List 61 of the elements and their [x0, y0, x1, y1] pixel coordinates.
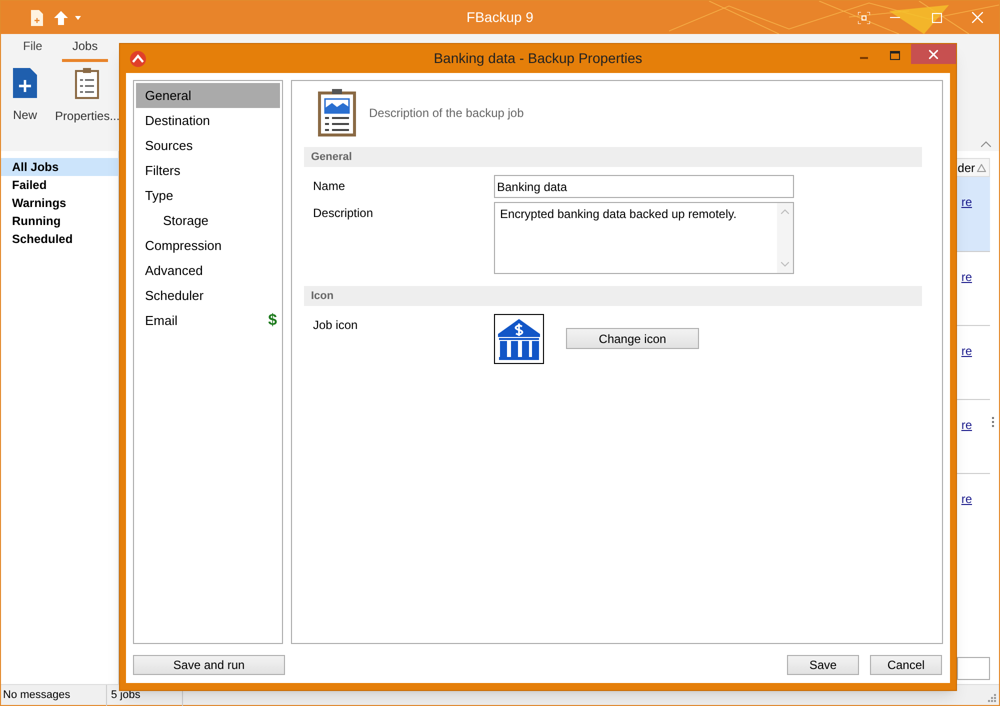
field-label: Name	[312, 178, 346, 195]
nav-item[interactable]: General	[136, 83, 280, 108]
resize-grip-icon[interactable]	[987, 693, 996, 702]
field-label: Description	[312, 205, 374, 222]
nav-item[interactable]: Destination	[136, 108, 280, 133]
nav-item[interactable]: Storage	[136, 208, 280, 233]
dialog-button[interactable]: Cancel	[870, 655, 942, 675]
nav-item-label: Email	[145, 312, 179, 330]
clipboard-icon	[75, 68, 100, 99]
nav-item[interactable]: Scheduler	[136, 283, 280, 308]
document-icon[interactable]	[31, 10, 43, 26]
description-textarea[interactable]: Encrypted banking data backed up remotely.	[494, 202, 794, 274]
focus-icon[interactable]	[858, 12, 870, 24]
sort-triangle-icon	[977, 164, 986, 172]
clipboard-chart-icon	[318, 89, 356, 137]
job-filter-item[interactable]: Running	[1, 212, 118, 230]
nav-item[interactable]: Compression	[136, 233, 280, 258]
maximize-icon[interactable]	[890, 51, 900, 60]
ribbon-tab[interactable]: Jobs	[62, 37, 108, 62]
column-header-label: der	[958, 160, 975, 176]
collapse-caret-icon[interactable]	[981, 141, 991, 147]
job-link[interactable]: re	[961, 342, 972, 358]
nav-item[interactable]: Advanced	[136, 258, 280, 283]
job-link[interactable]: re	[961, 193, 972, 209]
field-label: Job icon	[312, 317, 359, 334]
close-button[interactable]	[911, 44, 956, 64]
status-text: No messages	[1, 684, 107, 706]
app-logo-icon	[130, 50, 146, 66]
close-icon[interactable]	[972, 12, 983, 23]
scroll-up-icon[interactable]	[781, 209, 789, 214]
panel-description: Description of the backup job	[369, 105, 524, 122]
text-field[interactable]	[957, 657, 990, 680]
nav-item[interactable]: Filters	[136, 158, 280, 183]
ribbon-tab[interactable]: File	[13, 37, 52, 62]
dialog-title: Banking data - Backup Properties	[434, 49, 642, 68]
job-filter-item[interactable]: Scheduled	[1, 230, 118, 248]
job-filter-item[interactable]: All Jobs	[1, 158, 118, 176]
bank-icon	[494, 314, 544, 364]
up-arrow-icon[interactable]	[53, 10, 69, 26]
name-input[interactable]: Banking data	[494, 175, 794, 198]
job-filter-item[interactable]: Warnings	[1, 194, 118, 212]
change-icon-button[interactable]: Change icon	[566, 328, 699, 349]
scroll-down-icon[interactable]	[781, 262, 789, 267]
app-title: FBackup 9	[466, 8, 534, 27]
save-and-run-button[interactable]: Save and run	[133, 655, 285, 675]
ribbon-button[interactable]: New	[9, 68, 42, 125]
job-link[interactable]: re	[961, 268, 972, 284]
nav-item[interactable]: Sources	[136, 133, 280, 158]
scrollbar[interactable]	[777, 203, 793, 273]
job-link[interactable]: re	[961, 490, 972, 506]
dialog-button[interactable]: Save	[787, 655, 859, 675]
new-document-icon	[13, 68, 37, 98]
job-link[interactable]: re	[961, 416, 972, 432]
nav-item[interactable]: Type	[136, 183, 280, 208]
job-filter-item[interactable]: Failed	[1, 176, 118, 194]
dropdown-caret-icon[interactable]	[75, 16, 81, 20]
nav-item[interactable]: Email $	[136, 308, 280, 333]
close-icon	[929, 50, 938, 58]
dollar-sign: $	[268, 310, 277, 330]
section-header: Icon	[304, 286, 922, 306]
section-header: General	[304, 147, 922, 167]
